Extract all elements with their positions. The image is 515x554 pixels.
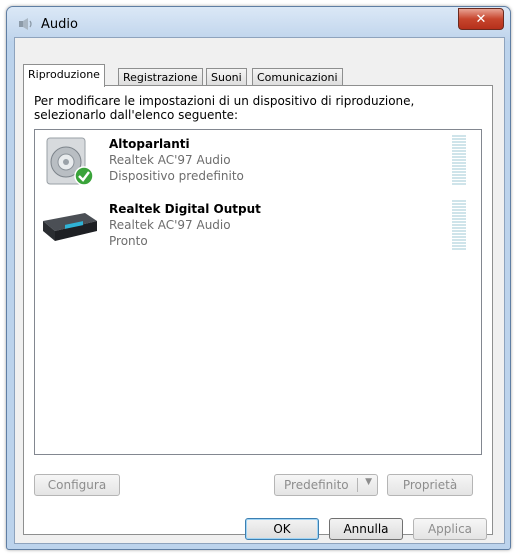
tab-suoni[interactable]: Suoni xyxy=(206,68,247,86)
device-name: Altoparlanti xyxy=(109,137,190,151)
digital-output-icon xyxy=(43,213,97,241)
device-driver: Realtek AC'97 Audio xyxy=(109,218,231,232)
device-item-altoparlanti[interactable]: Altoparlanti Realtek AC'97 Audio Disposi… xyxy=(35,133,481,193)
device-name: Realtek Digital Output xyxy=(109,202,261,216)
device-item-digital-output[interactable]: Realtek Digital Output Realtek AC'97 Aud… xyxy=(35,198,481,258)
chevron-down-icon[interactable]: ▼ xyxy=(365,477,372,487)
set-default-label: Predefinito xyxy=(284,478,349,492)
title-bar[interactable]: Audio ✕ xyxy=(7,7,510,41)
close-icon: ✕ xyxy=(475,11,487,27)
audio-dialog: Audio ✕ Riproduzione Registrazione Suoni… xyxy=(6,6,511,550)
default-check-icon xyxy=(74,166,94,186)
configure-button[interactable]: Configura xyxy=(34,474,120,496)
properties-button[interactable]: Proprietà xyxy=(387,474,473,496)
device-driver: Realtek AC'97 Audio xyxy=(109,153,231,167)
volume-level-meter xyxy=(452,135,466,185)
device-status: Dispositivo predefinito xyxy=(109,169,244,183)
volume-level-meter xyxy=(452,200,466,250)
speaker-icon xyxy=(46,137,94,186)
tab-comunicazioni[interactable]: Comunicazioni xyxy=(252,68,343,86)
cancel-button[interactable]: Annulla xyxy=(329,518,403,540)
tab-riproduzione[interactable]: Riproduzione xyxy=(23,64,105,87)
close-button[interactable]: ✕ xyxy=(458,8,504,30)
dialog-body: Riproduzione Registrazione Suoni Comunic… xyxy=(14,37,505,544)
window-title: Audio xyxy=(41,17,78,32)
apply-button[interactable]: Applica xyxy=(413,518,487,540)
instructions-text: Per modificare le impostazioni di un dis… xyxy=(34,94,415,122)
speaker-icon xyxy=(19,18,32,30)
set-default-button[interactable]: Predefinito ▼ xyxy=(274,474,378,496)
tab-registrazione[interactable]: Registrazione xyxy=(118,68,203,86)
device-status: Pronto xyxy=(109,234,148,248)
tab-panel-riproduzione: Per modificare le impostazioni di un dis… xyxy=(23,85,493,535)
device-list[interactable]: Altoparlanti Realtek AC'97 Audio Disposi… xyxy=(34,129,482,455)
ok-button[interactable]: OK xyxy=(245,518,319,540)
